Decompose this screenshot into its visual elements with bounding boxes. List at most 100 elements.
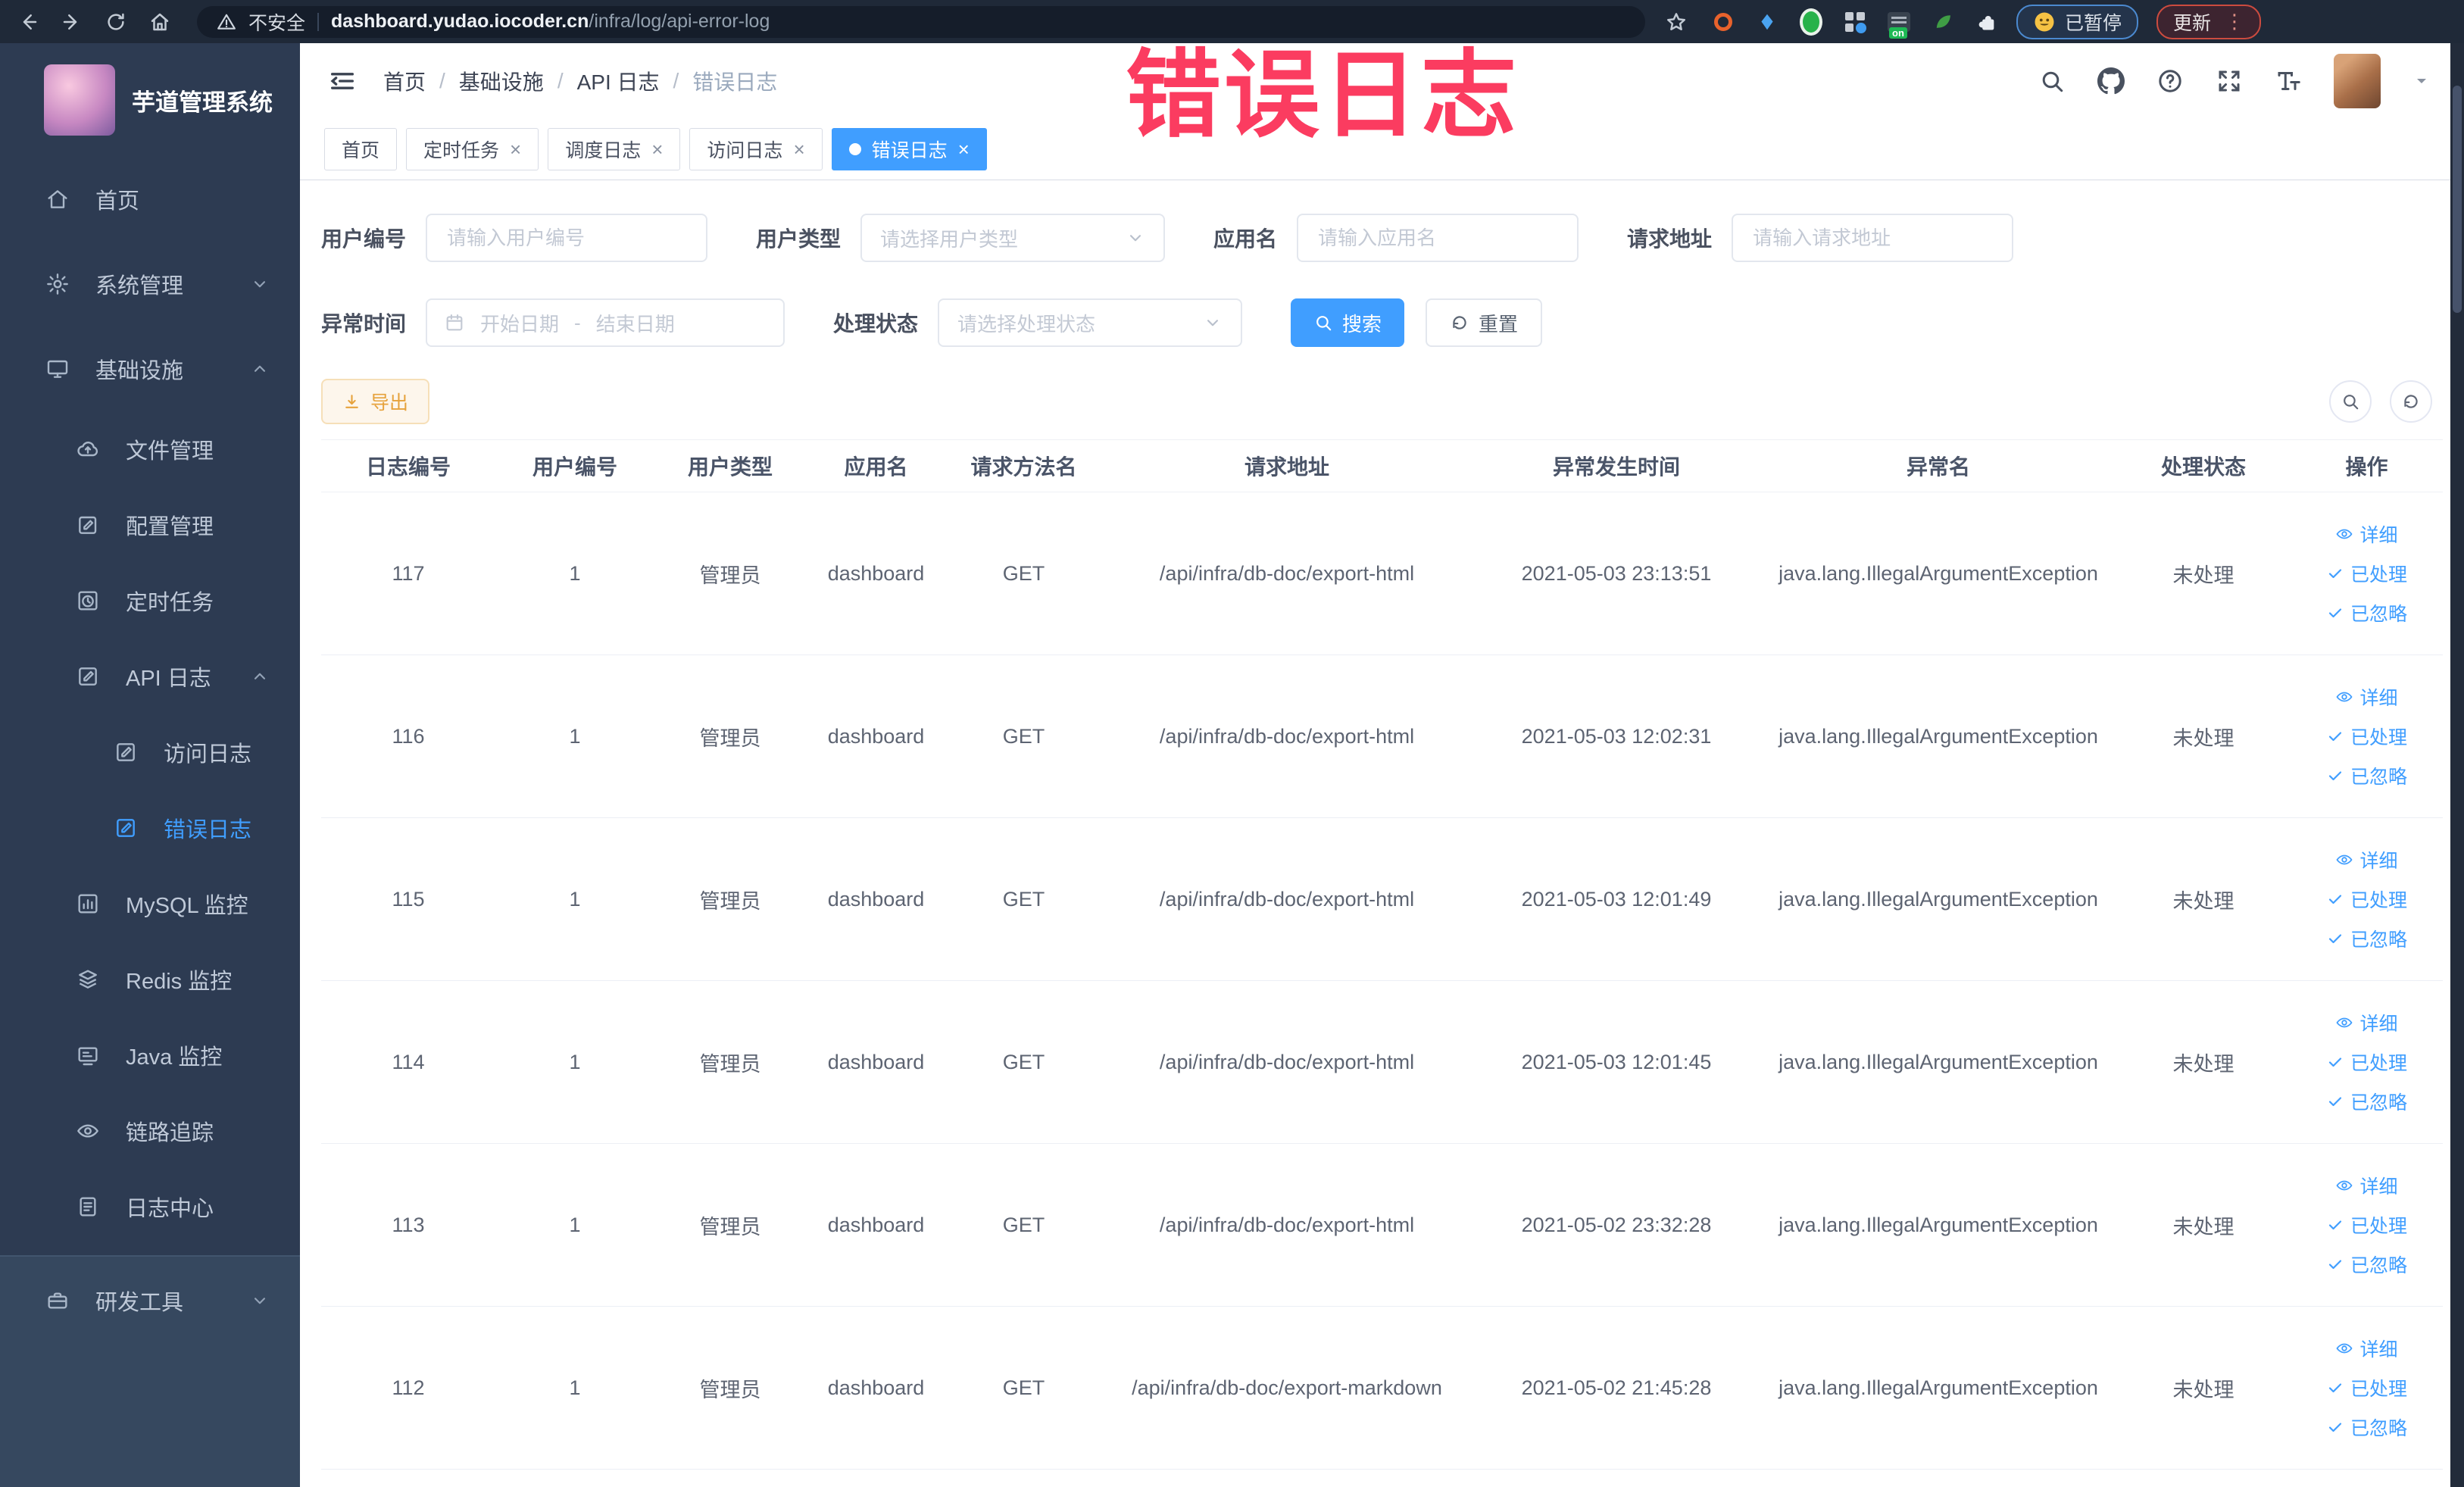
sidebar-item-file-manage[interactable]: 文件管理 [0,411,300,487]
toggle-search-button[interactable] [2329,380,2372,423]
ignored-link[interactable]: 已忽略 [2326,762,2407,789]
close-icon[interactable]: × [510,139,521,159]
processed-link[interactable]: 已处理 [2326,723,2407,750]
cell-user-type: 管理员 [654,1143,806,1307]
breadcrumb-infra[interactable]: 基础设施 [459,66,544,96]
refresh-table-button[interactable] [2390,380,2432,423]
sidebar-item-scheduled-task[interactable]: 定时任务 [0,563,300,639]
processed-link[interactable]: 已处理 [2326,886,2407,913]
tab-home[interactable]: 首页 [324,128,398,170]
app-name-input[interactable] [1297,214,1579,262]
ignored-link[interactable]: 已忽略 [2326,1251,2407,1278]
cell-method: GET [946,1306,1101,1470]
processed-link[interactable]: 已处理 [2326,560,2407,587]
request-url-input[interactable] [1732,214,2014,262]
reset-button[interactable]: 重置 [1426,298,1543,347]
sidebar-item-api-log[interactable]: API 日志 [0,639,300,714]
sidebar-item-infra[interactable]: 基础设施 [0,326,300,411]
filter-exception-time: 异常时间 开始日期 - 结束日期 [321,298,785,347]
sidebar-item-config-manage[interactable]: 配置管理 [0,487,300,563]
ignored-link[interactable]: 已忽略 [2326,925,2407,952]
browser-menu-icon[interactable]: ⋮ [2225,10,2244,33]
ignored-link[interactable]: 已忽略 [2326,599,2407,626]
scrollbar-thumb[interactable] [2453,86,2462,313]
ignored-link[interactable]: 已忽略 [2326,1088,2407,1115]
processed-link[interactable]: 已处理 [2326,1048,2407,1076]
table-row: 115 1 管理员 dashboard GET /api/infra/db-do… [321,817,2443,981]
cell-status: 未处理 [2116,1306,2291,1470]
processed-link[interactable]: 已处理 [2326,1211,2407,1239]
detail-link[interactable]: 详细 [2335,1172,2398,1199]
security-label[interactable]: 不安全 [248,8,305,36]
extensions-puzzle-icon[interactable] [1975,11,1998,33]
forward-icon[interactable] [59,9,85,35]
filter-request-url: 请求地址 [1627,214,2014,262]
paused-extension-badge[interactable]: 已暂停 [2016,4,2139,39]
help-icon[interactable] [2156,67,2184,95]
breadcrumb-home[interactable]: 首页 [383,66,426,96]
bookmark-star-icon[interactable] [1663,9,1689,35]
check-icon [2326,1053,2344,1071]
cell-time: 2021-05-03 12:01:45 [1472,980,1760,1144]
search-icon[interactable] [2038,67,2066,95]
ignored-link[interactable]: 已忽略 [2326,1414,2407,1441]
extension-icon-drop[interactable] [1756,11,1779,33]
github-icon[interactable] [2097,67,2125,95]
chrome-update-button[interactable]: 更新 ⋮ [2156,4,2262,39]
sidebar-item-access-log[interactable]: 访问日志 [0,714,300,790]
user-type-select[interactable]: 请选择用户类型 [860,214,1166,262]
extension-icon-target[interactable] [1712,11,1735,33]
cell-user-id: 1 [495,817,654,981]
extension-icon-on[interactable]: on [1888,11,1910,39]
tab-schedule-log[interactable]: 调度日志 × [548,128,681,170]
cell-user-id: 1 [495,492,654,655]
url-text: dashboard.yudao.iocoder.cn/infra/log/api… [331,11,770,33]
sidebar-item-system[interactable]: 系统管理 [0,242,300,326]
extension-icon-leaf[interactable] [1932,11,1954,33]
detail-link[interactable]: 详细 [2335,1009,2398,1036]
home-icon[interactable] [147,9,173,35]
reload-icon[interactable] [103,9,129,35]
sidebar-item-dev-tools[interactable]: 研发工具 [0,1257,300,1345]
sidebar-item-home[interactable]: 首页 [0,157,300,242]
user-id-input[interactable] [426,214,708,262]
sidebar-item-mysql-monitor[interactable]: MySQL 监控 [0,866,300,942]
avatar-caret-icon[interactable] [2412,72,2431,90]
breadcrumb-api-log[interactable]: API 日志 [577,66,660,96]
tab-scheduled-task[interactable]: 定时任务 × [406,128,539,170]
extension-icon-green[interactable] [1800,8,1822,36]
user-avatar[interactable] [2334,54,2381,108]
search-button[interactable]: 搜索 [1291,298,1405,347]
sidebar-item-error-log[interactable]: 错误日志 [0,790,300,866]
cell-status: 未处理 [2116,654,2291,818]
back-icon[interactable] [15,9,41,35]
sidebar-item-redis-monitor[interactable]: Redis 监控 [0,942,300,1017]
detail-link[interactable]: 详细 [2335,846,2398,873]
row-actions: 详细 已处理 已忽略 [2291,1335,2442,1441]
sidebar-item-trace[interactable]: 链路追踪 [0,1093,300,1169]
detail-link[interactable]: 详细 [2335,683,2398,711]
close-icon[interactable]: × [651,139,663,159]
extension-icon-grid[interactable] [1844,11,1866,33]
close-icon[interactable]: × [793,139,804,159]
process-status-select[interactable]: 请选择处理状态 [938,298,1243,347]
cell-time: 2021-05-03 12:02:31 [1472,654,1760,818]
font-size-icon[interactable] [2275,67,2302,95]
detail-link[interactable]: 详细 [2335,520,2398,548]
tab-error-log[interactable]: 错误日志 × [831,128,987,170]
detail-link[interactable]: 详细 [2335,1335,2398,1362]
sidebar-item-log-center[interactable]: 日志中心 [0,1169,300,1245]
close-icon[interactable]: × [958,139,970,159]
sidebar-item-label: 定时任务 [126,591,214,615]
export-button[interactable]: 导出 [321,379,430,424]
column-header: 异常发生时间 [1472,439,1760,492]
cell-log-id: 116 [321,654,495,818]
sidebar-item-java-monitor[interactable]: Java 监控 [0,1017,300,1093]
date-range-picker[interactable]: 开始日期 - 结束日期 [426,298,785,347]
chevron-up-icon [250,667,270,686]
window-scrollbar[interactable] [2450,43,2464,1487]
tab-access-log[interactable]: 访问日志 × [689,128,823,170]
processed-link[interactable]: 已处理 [2326,1374,2407,1401]
collapse-menu-icon[interactable] [327,66,358,96]
fullscreen-icon[interactable] [2216,67,2243,95]
